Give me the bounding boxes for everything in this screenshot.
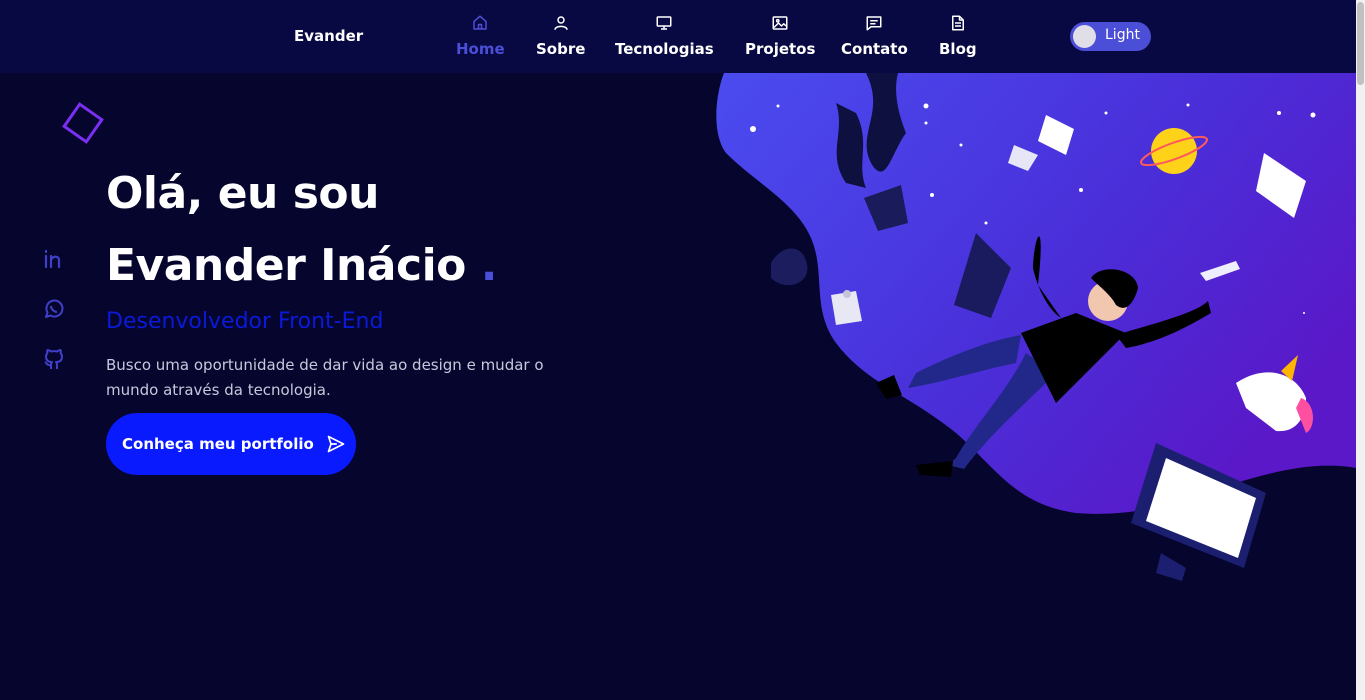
user-icon (553, 16, 568, 30)
hero-illustration (716, 73, 1356, 581)
portfolio-button-label: Conheça meu portfolio (122, 435, 314, 453)
nav-label-projetos: Projetos (745, 40, 816, 58)
hero-description: Busco uma oportunidade de dar vida ao de… (106, 356, 544, 399)
send-icon (327, 435, 345, 453)
hero-name-dot: . (480, 240, 498, 291)
nav-item-sobre[interactable]: Sobre (536, 14, 585, 64)
whatsapp-icon[interactable] (42, 297, 66, 321)
document-icon (951, 15, 964, 31)
scrollbar[interactable] (1356, 0, 1365, 700)
background-blob (716, 73, 1356, 514)
nav-label-sobre: Sobre (536, 40, 586, 58)
decorative-diamond (62, 102, 104, 144)
nav-item-tecnologias[interactable]: Tecnologias (615, 14, 714, 64)
home-icon (473, 15, 488, 30)
github-icon[interactable] (42, 348, 66, 372)
hero-name-line: Evander Inácio . (106, 240, 497, 291)
nav-item-home[interactable]: Home (456, 14, 505, 64)
message-icon (866, 16, 882, 31)
nav-item-contato[interactable]: Contato (841, 14, 908, 64)
nav-item-blog[interactable]: Blog (939, 14, 977, 64)
image-icon (772, 16, 788, 30)
nav-item-projetos[interactable]: Projetos (745, 14, 815, 64)
portfolio-button[interactable]: Conheça meu portfolio (106, 413, 356, 475)
theme-toggle-label: Light (1105, 27, 1140, 43)
navbar: Evander Home Sobre Tecnologias Projetos … (0, 0, 1356, 73)
monitor-icon (656, 16, 672, 30)
brand-logo[interactable]: Evander (294, 27, 363, 45)
hero-name: Evander Inácio (106, 240, 466, 291)
hero-role: Desenvolvedor Front-End (106, 309, 384, 334)
nav-label-contato: Contato (841, 40, 908, 58)
hero-greeting: Olá, eu sou (106, 168, 379, 219)
theme-toggle[interactable]: Light (1070, 22, 1151, 51)
nav-label-home: Home (456, 40, 505, 58)
nav-label-tecnologias: Tecnologias (615, 40, 714, 58)
linkedin-icon[interactable] (42, 247, 66, 271)
toggle-knob (1073, 25, 1096, 48)
scrollbar-thumb[interactable] (1357, 2, 1364, 85)
nav-label-blog: Blog (939, 40, 977, 58)
